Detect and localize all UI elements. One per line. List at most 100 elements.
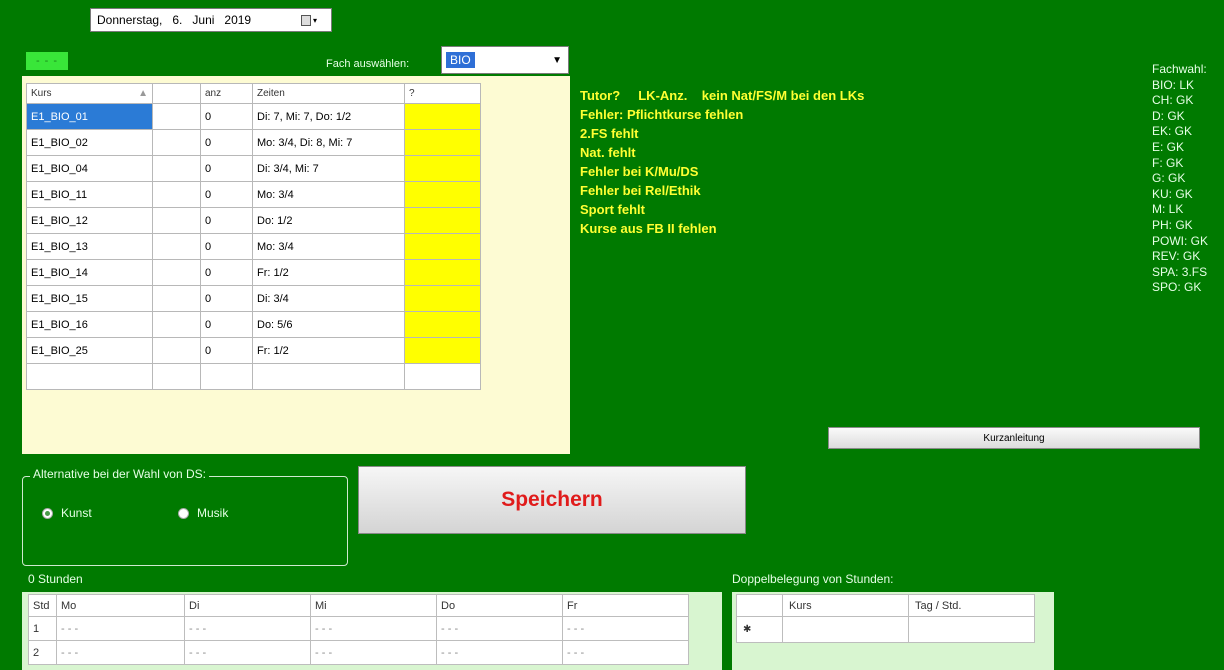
calendar-dropdown-button[interactable]: ▾	[301, 12, 327, 28]
table-row-empty[interactable]	[26, 363, 481, 390]
cell-kurs[interactable]: E1_BIO_15	[26, 285, 153, 312]
cell-zeiten[interactable]: Do: 5/6	[252, 311, 405, 338]
cell-kurs[interactable]	[26, 363, 153, 390]
fach-select[interactable]: BIO ▼	[441, 46, 569, 74]
table-row[interactable]: E1_BIO_13 0 Mo: 3/4	[26, 233, 481, 260]
plan-cell[interactable]: - - -	[310, 640, 437, 665]
table-row[interactable]: E1_BIO_01 0 Di: 7, Mi: 7, Do: 1/2	[26, 103, 481, 130]
cell-question[interactable]	[404, 155, 481, 182]
cell-zeiten[interactable]: Di: 7, Mi: 7, Do: 1/2	[252, 103, 405, 130]
fach-label: Fach auswählen:	[326, 58, 410, 70]
cell-anz[interactable]: 0	[200, 311, 253, 338]
cell-question[interactable]	[404, 103, 481, 130]
cell-zeiten[interactable]: Mo: 3/4	[252, 233, 405, 260]
column-header-zeiten[interactable]: Zeiten	[252, 83, 405, 104]
cell-question[interactable]	[404, 181, 481, 208]
table-row[interactable]: E1_BIO_15 0 Di: 3/4	[26, 285, 481, 312]
doppel-cell-kurs[interactable]	[782, 616, 909, 643]
doppel-new-row[interactable]: ✱	[736, 616, 1035, 643]
cell-anz[interactable]: 0	[200, 233, 253, 260]
cell-question[interactable]	[404, 311, 481, 338]
fachwahl-item: BIO: LK	[1152, 77, 1195, 92]
cell-kurs[interactable]: E1_BIO_14	[26, 259, 153, 286]
cell-zeiten[interactable]: Di: 3/4	[252, 285, 405, 312]
kurzanleitung-button[interactable]: Kurzanleitung	[828, 427, 1200, 449]
plan-cell[interactable]: - - -	[56, 640, 185, 665]
save-button[interactable]: Speichern	[358, 466, 746, 534]
table-row[interactable]: E1_BIO_02 0 Mo: 3/4, Di: 8, Mi: 7	[26, 129, 481, 156]
plan-cell[interactable]: - - -	[562, 640, 689, 665]
cell-zeiten[interactable]: Di: 3/4, Mi: 7	[252, 155, 405, 182]
table-row[interactable]: E1_BIO_16 0 Do: 5/6	[26, 311, 481, 338]
cell-zeiten[interactable]: Fr: 1/2	[252, 337, 405, 364]
stunden-count: 0 Stunden	[28, 572, 83, 586]
plan-header-mi: Mi	[310, 594, 437, 617]
cell-question[interactable]	[404, 285, 481, 312]
table-row[interactable]: E1_BIO_14 0 Fr: 1/2	[26, 259, 481, 286]
radio-button-unchecked[interactable]	[178, 507, 189, 519]
doppel-cell-tag[interactable]	[908, 616, 1035, 643]
cell-anz[interactable]: 0	[200, 129, 253, 156]
plan-cell[interactable]: - - -	[310, 616, 437, 641]
cell-question[interactable]	[404, 259, 481, 286]
cell-kurs[interactable]: E1_BIO_04	[26, 155, 153, 182]
cell-zeiten[interactable]: Do: 1/2	[252, 207, 405, 234]
fachwahl-item: CH: GK	[1152, 93, 1194, 108]
cell-question[interactable]	[404, 337, 481, 364]
radio-kunst[interactable]: Kunst	[42, 506, 92, 520]
plan-row: 1- - -- - -- - -- - -- - -	[28, 616, 689, 641]
cell-anz[interactable]: 0	[200, 103, 253, 130]
plan-cell[interactable]: - - -	[184, 616, 311, 641]
column-header-kurs[interactable]: Kurs ▲	[26, 83, 153, 104]
alternative-groupbox	[22, 476, 348, 566]
radio-button-checked[interactable]	[42, 507, 53, 519]
status-line: Kurse aus FB II fehlen	[580, 221, 717, 236]
plan-cell[interactable]: - - -	[184, 640, 311, 665]
cell-zeiten[interactable]: Mo: 3/4	[252, 181, 405, 208]
plan-header-fr: Fr	[562, 594, 689, 617]
fachwahl-item: F: GK	[1152, 155, 1184, 170]
fachwahl-item: E: GK	[1152, 139, 1185, 154]
table-row[interactable]: E1_BIO_25 0 Fr: 1/2	[26, 337, 481, 364]
cell-anz[interactable]: 0	[200, 155, 253, 182]
cell-zeiten[interactable]	[252, 363, 405, 390]
plan-cell[interactable]: - - -	[436, 640, 563, 665]
cell-spacer	[152, 259, 201, 286]
cell-question[interactable]	[404, 129, 481, 156]
cell-kurs[interactable]: E1_BIO_01	[26, 103, 153, 130]
column-header-spacer	[152, 83, 201, 104]
cell-anz[interactable]	[200, 363, 253, 390]
cell-spacer	[152, 337, 201, 364]
cell-anz[interactable]: 0	[200, 207, 253, 234]
fachwahl-item: EK: GK	[1152, 124, 1193, 139]
column-header-anz[interactable]: anz	[200, 83, 253, 104]
status-indicator: - - -	[26, 52, 68, 70]
cell-question[interactable]	[404, 207, 481, 234]
cell-kurs[interactable]: E1_BIO_16	[26, 311, 153, 338]
cell-anz[interactable]: 0	[200, 181, 253, 208]
cell-kurs[interactable]: E1_BIO_11	[26, 181, 153, 208]
cell-kurs[interactable]: E1_BIO_13	[26, 233, 153, 260]
cell-question[interactable]	[404, 363, 481, 390]
status-line: 2.FS fehlt	[580, 126, 639, 141]
plan-cell[interactable]: - - -	[56, 616, 185, 641]
cell-anz[interactable]: 0	[200, 285, 253, 312]
table-row[interactable]: E1_BIO_04 0 Di: 3/4, Mi: 7	[26, 155, 481, 182]
column-header-question[interactable]: ?	[404, 83, 481, 104]
cell-zeiten[interactable]: Fr: 1/2	[252, 259, 405, 286]
plan-cell-std: 1	[28, 616, 57, 641]
cell-kurs[interactable]: E1_BIO_02	[26, 129, 153, 156]
date-picker[interactable]: Donnerstag, 6. Juni 2019 ▾	[90, 8, 332, 32]
cell-question[interactable]	[404, 233, 481, 260]
cell-anz[interactable]: 0	[200, 259, 253, 286]
cell-kurs[interactable]: E1_BIO_12	[26, 207, 153, 234]
radio-musik[interactable]: Musik	[178, 506, 228, 520]
plan-cell-std: 2	[28, 640, 57, 665]
table-row[interactable]: E1_BIO_11 0 Mo: 3/4	[26, 181, 481, 208]
cell-kurs[interactable]: E1_BIO_25	[26, 337, 153, 364]
cell-anz[interactable]: 0	[200, 337, 253, 364]
plan-cell[interactable]: - - -	[436, 616, 563, 641]
table-row[interactable]: E1_BIO_12 0 Do: 1/2	[26, 207, 481, 234]
cell-zeiten[interactable]: Mo: 3/4, Di: 8, Mi: 7	[252, 129, 405, 156]
plan-cell[interactable]: - - -	[562, 616, 689, 641]
